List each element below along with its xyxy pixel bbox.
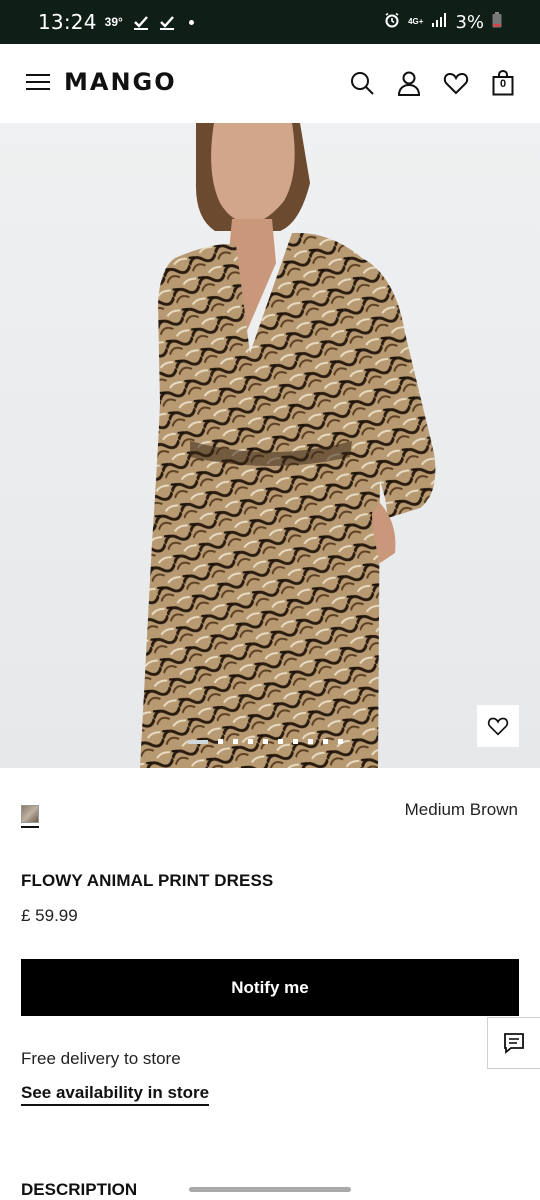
description-heading[interactable]: DESCRIPTION bbox=[21, 1180, 137, 1200]
gallery-dot[interactable] bbox=[263, 739, 268, 744]
menu-icon-line bbox=[26, 88, 50, 90]
heart-icon bbox=[443, 72, 469, 95]
status-temperature: 39° bbox=[104, 15, 123, 29]
home-indicator[interactable] bbox=[189, 1187, 351, 1192]
status-right-group: 4G+ 3% bbox=[384, 11, 502, 33]
gallery-dot[interactable] bbox=[233, 739, 238, 744]
network-type-label: 4G+ bbox=[408, 17, 424, 26]
product-photo bbox=[140, 123, 436, 768]
status-bar: 13:24 39° 4G+ 3% bbox=[0, 0, 540, 44]
gallery-dot[interactable] bbox=[248, 739, 253, 744]
product-title: FLOWY ANIMAL PRINT DRESS bbox=[21, 871, 274, 890]
menu-icon-line bbox=[26, 81, 50, 83]
swatch-selected-indicator bbox=[21, 826, 39, 828]
heart-icon bbox=[487, 717, 509, 736]
notify-me-button[interactable]: Notify me bbox=[21, 959, 519, 1016]
menu-button[interactable] bbox=[26, 74, 50, 92]
battery-icon bbox=[492, 11, 502, 33]
selected-color-name: Medium Brown bbox=[404, 800, 518, 819]
delivery-info: Free delivery to store bbox=[21, 1049, 181, 1068]
gallery-dot[interactable] bbox=[308, 739, 313, 744]
color-swatch-medium-brown[interactable] bbox=[21, 805, 39, 823]
gallery-pagination[interactable] bbox=[188, 739, 343, 744]
signal-icon bbox=[431, 12, 447, 32]
alarm-icon bbox=[384, 12, 400, 33]
brand-logo[interactable]: MANGO bbox=[64, 68, 177, 96]
product-image-gallery[interactable] bbox=[0, 123, 540, 768]
gallery-dot[interactable] bbox=[278, 739, 283, 744]
app-header: MANGO 0 bbox=[0, 44, 540, 123]
gallery-dot[interactable] bbox=[323, 739, 328, 744]
battery-percent: 3% bbox=[455, 11, 484, 33]
add-to-wishlist-button[interactable] bbox=[477, 705, 519, 747]
cart-count: 0 bbox=[499, 78, 507, 90]
gallery-dot[interactable] bbox=[338, 739, 343, 744]
product-price: £ 59.99 bbox=[21, 906, 78, 925]
gallery-dot[interactable] bbox=[218, 739, 223, 744]
account-button[interactable] bbox=[396, 70, 422, 96]
notification-dot-icon bbox=[188, 19, 194, 25]
chat-button[interactable] bbox=[487, 1017, 540, 1069]
search-icon bbox=[351, 72, 374, 95]
search-button[interactable] bbox=[349, 70, 375, 96]
user-icon bbox=[397, 71, 421, 96]
cart-button[interactable]: 0 bbox=[492, 69, 514, 96]
menu-icon bbox=[26, 74, 50, 76]
chat-icon bbox=[504, 1033, 524, 1054]
check-icon bbox=[133, 14, 149, 30]
wishlist-button[interactable] bbox=[443, 70, 469, 96]
status-time: 13:24 bbox=[38, 10, 97, 34]
gallery-dot[interactable] bbox=[188, 739, 208, 744]
check-icon bbox=[159, 14, 175, 30]
see-availability-link[interactable]: See availability in store bbox=[21, 1083, 210, 1106]
gallery-dot[interactable] bbox=[293, 739, 298, 744]
